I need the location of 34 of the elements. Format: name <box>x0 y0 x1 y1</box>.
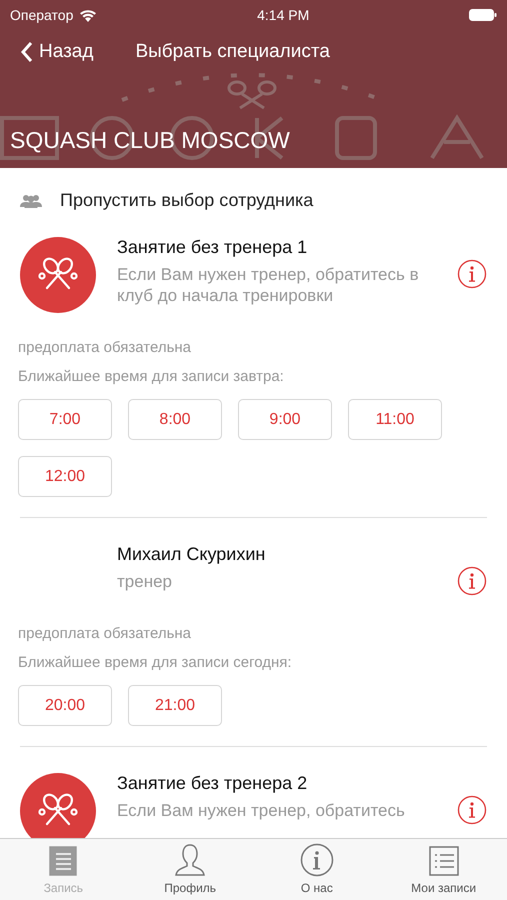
tab-bar-item[interactable]: Профиль <box>126 839 254 900</box>
prepayment-note: предоплата обязательна <box>18 339 192 356</box>
people-icon <box>20 194 42 208</box>
battery-icon <box>469 9 497 21</box>
time-slot-button[interactable]: 21:00 <box>128 685 222 726</box>
person-icon <box>174 843 206 877</box>
specialist-description: тренер <box>117 571 173 592</box>
tab-bar-item[interactable]: Мои записи <box>380 839 507 900</box>
status-time: 4:14 PM <box>257 7 310 23</box>
screen-title: Выбрать специалиста <box>135 41 330 63</box>
specialist-name: Михаил Скурихин <box>117 544 266 565</box>
time-slot-button[interactable]: 20:00 <box>18 685 112 726</box>
carrier-name: Оператор <box>10 7 74 23</box>
specialist-name: Занятие без тренера 2 <box>117 773 308 794</box>
chevron-left-icon <box>20 41 33 63</box>
specialist-description: Если Вам нужен тренер, обратитесь в клуб до начала тренировки <box>117 264 420 306</box>
back-button[interactable]: Назад <box>20 41 94 63</box>
nearest-time-label: Ближайшее время для записи сегодня: <box>18 654 293 671</box>
time-slot-button[interactable]: 9:00 <box>238 399 332 440</box>
time-slot-button[interactable]: 11:00 <box>348 399 442 440</box>
skip-selection-link[interactable]: Пропустить выбор сотрудника <box>60 190 314 211</box>
time-slot-button[interactable]: 12:00 <box>18 456 112 497</box>
time-slot-button[interactable]: 8:00 <box>128 399 222 440</box>
specialist-name: Занятие без тренера 1 <box>117 237 308 258</box>
list-icon <box>428 845 460 877</box>
specialist-description: Если Вам нужен тренер, обратитесь <box>117 800 406 822</box>
time-slot-button[interactable]: 7:00 <box>18 399 112 440</box>
prepayment-note: предоплата обязательна <box>18 625 192 642</box>
wifi-icon <box>79 8 98 22</box>
tab-bar-item[interactable]: О нас <box>254 839 380 900</box>
info-icon <box>300 843 334 877</box>
nearest-time-label: Ближайшее время для записи завтра: <box>18 368 285 385</box>
club-name: SQUASH CLUB MOSCOW <box>10 127 291 154</box>
document-icon <box>47 845 80 877</box>
